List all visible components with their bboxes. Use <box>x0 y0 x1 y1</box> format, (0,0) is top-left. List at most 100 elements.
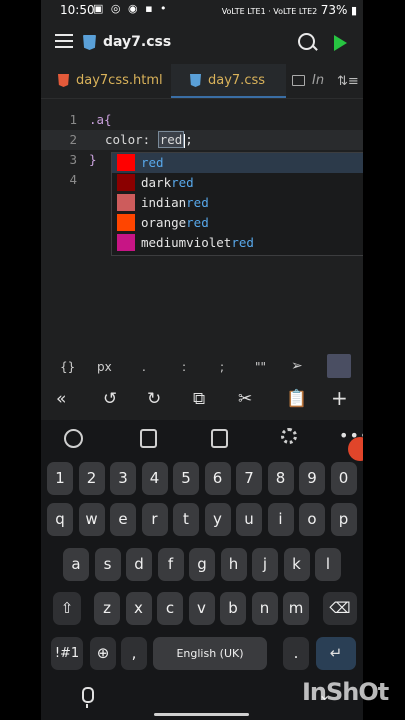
key-b[interactable]: b <box>220 592 246 625</box>
code-text: color: red; <box>105 131 193 148</box>
color-swatch <box>117 174 135 191</box>
key-1[interactable]: 1 <box>47 462 73 495</box>
run-play-icon[interactable] <box>334 35 347 51</box>
key-w[interactable]: w <box>78 503 105 536</box>
key-0[interactable]: 0 <box>330 462 357 495</box>
undo-icon[interactable]: ↺ <box>103 389 117 409</box>
key-l[interactable]: l <box>315 548 341 581</box>
tab-html-file[interactable]: day7css.html <box>41 64 171 98</box>
signal-icon: VoLTE LTE1 · VoLTE LTE2 <box>221 7 318 16</box>
key-h[interactable]: h <box>220 548 247 581</box>
symbol-bar: {} px . : ; "" ➢ <box>41 352 363 382</box>
key-u[interactable]: u <box>236 503 262 536</box>
key-9[interactable]: 9 <box>299 462 325 495</box>
key-x[interactable]: x <box>125 592 152 625</box>
key-7[interactable]: 7 <box>236 462 262 495</box>
clipboard-icon[interactable] <box>211 429 228 448</box>
key-f[interactable]: f <box>157 548 184 581</box>
status-time: 10:50 <box>60 3 95 17</box>
enter-key[interactable]: ↵ <box>316 637 356 670</box>
symbols-key[interactable]: !#1 <box>51 637 83 670</box>
autocomplete-item[interactable]: darkred <box>112 173 363 193</box>
sort-icon[interactable]: ⇅≡ <box>337 74 359 89</box>
autocomplete-popup: red darkred indianred orangered mediumviolet… <box>111 152 363 256</box>
app-toolbar: day7.css <box>41 24 363 62</box>
microphone-icon[interactable] <box>82 687 94 708</box>
space-key[interactable]: English (UK) <box>153 637 267 670</box>
key-c[interactable]: c <box>157 592 183 625</box>
add-icon[interactable]: + <box>331 386 348 410</box>
symbol-key[interactable]: {} <box>60 360 75 374</box>
key-g[interactable]: g <box>189 548 215 581</box>
key-p[interactable]: p <box>330 503 357 536</box>
color-picker-icon[interactable] <box>327 354 351 378</box>
key-v[interactable]: v <box>188 592 215 625</box>
tab-preview[interactable]: In ⇅≡ <box>286 64 363 98</box>
key-k[interactable]: k <box>283 548 310 581</box>
home-indicator[interactable] <box>154 713 249 716</box>
double-chevron-left-icon[interactable]: « <box>56 389 66 409</box>
key-e[interactable]: e <box>110 503 136 536</box>
key-o[interactable]: o <box>299 503 325 536</box>
touch-indicator <box>348 437 363 461</box>
line-number: 3 <box>69 152 77 167</box>
css-property: color: <box>105 132 158 147</box>
send-icon[interactable]: ➢ <box>291 358 303 374</box>
key-d[interactable]: d <box>126 548 152 581</box>
cut-icon[interactable]: ✂ <box>238 389 252 409</box>
status-bar: 10:50 ▣ ◎ ◉ ▪ • VoLTE LTE1 · VoLTE LTE2 … <box>41 0 363 22</box>
suggestion-prefix: mediumviolet <box>141 235 232 250</box>
paste-icon[interactable]: 📋 <box>286 389 307 409</box>
tab-css-file[interactable]: day7.css <box>171 64 286 98</box>
phone-screen: 10:50 ▣ ◎ ◉ ▪ • VoLTE LTE1 · VoLTE LTE2 … <box>41 0 363 720</box>
key-j[interactable]: j <box>252 548 278 581</box>
autocomplete-item[interactable]: orangered <box>112 213 363 233</box>
key-3[interactable]: 3 <box>110 462 136 495</box>
backspace-key[interactable]: ⌫ <box>323 592 357 625</box>
key-a[interactable]: a <box>63 548 89 581</box>
key-n[interactable]: n <box>251 592 278 625</box>
redo-icon[interactable]: ↻ <box>147 389 161 409</box>
tab-label: day7css.html <box>76 73 163 88</box>
hamburger-menu-icon[interactable] <box>55 34 73 48</box>
key-5[interactable]: 5 <box>173 462 199 495</box>
key-i[interactable]: i <box>267 503 294 536</box>
key-6[interactable]: 6 <box>204 462 231 495</box>
key-m[interactable]: m <box>283 592 309 625</box>
editor-action-bar: « ↺ ↻ ⧉ ✂ 📋 + <box>41 384 363 416</box>
shift-key[interactable]: ⇧ <box>53 592 81 625</box>
symbol-key[interactable]: . <box>142 360 146 374</box>
search-icon[interactable] <box>298 33 315 50</box>
autocomplete-item[interactable]: mediumvioletred <box>112 233 363 253</box>
key-s[interactable]: s <box>94 548 121 581</box>
key-y[interactable]: y <box>204 503 231 536</box>
key-t[interactable]: t <box>173 503 199 536</box>
period-key[interactable]: . <box>283 637 309 670</box>
key-2[interactable]: 2 <box>78 462 105 495</box>
symbol-key[interactable]: ; <box>220 360 224 374</box>
symbol-key[interactable]: px <box>97 360 112 374</box>
battery-icon: ▮ <box>350 4 357 17</box>
comma-key[interactable]: , <box>121 637 147 670</box>
color-swatch <box>117 234 135 251</box>
autocomplete-item[interactable]: red <box>112 153 363 173</box>
key-r[interactable]: r <box>141 503 168 536</box>
symbol-key[interactable]: : <box>182 360 186 374</box>
battery-level: 73% <box>320 3 348 17</box>
key-q[interactable]: q <box>47 503 73 536</box>
gear-icon[interactable] <box>281 428 297 444</box>
key-4[interactable]: 4 <box>141 462 168 495</box>
key-z[interactable]: z <box>94 592 120 625</box>
copy-icon[interactable]: ⧉ <box>193 389 205 409</box>
sticker-icon[interactable] <box>140 429 157 448</box>
emoji-icon[interactable] <box>64 429 83 448</box>
globe-key[interactable]: ⊕ <box>90 637 116 670</box>
suggestion-text: darkred <box>141 175 194 190</box>
symbol-key[interactable]: "" <box>255 360 266 374</box>
suggestion-text: orangered <box>141 215 209 230</box>
key-8[interactable]: 8 <box>267 462 294 495</box>
preview-icon <box>292 75 305 86</box>
autocomplete-item[interactable]: indianred <box>112 193 363 213</box>
css-semicolon: ; <box>185 132 193 147</box>
tab-label: day7.css <box>208 73 266 88</box>
